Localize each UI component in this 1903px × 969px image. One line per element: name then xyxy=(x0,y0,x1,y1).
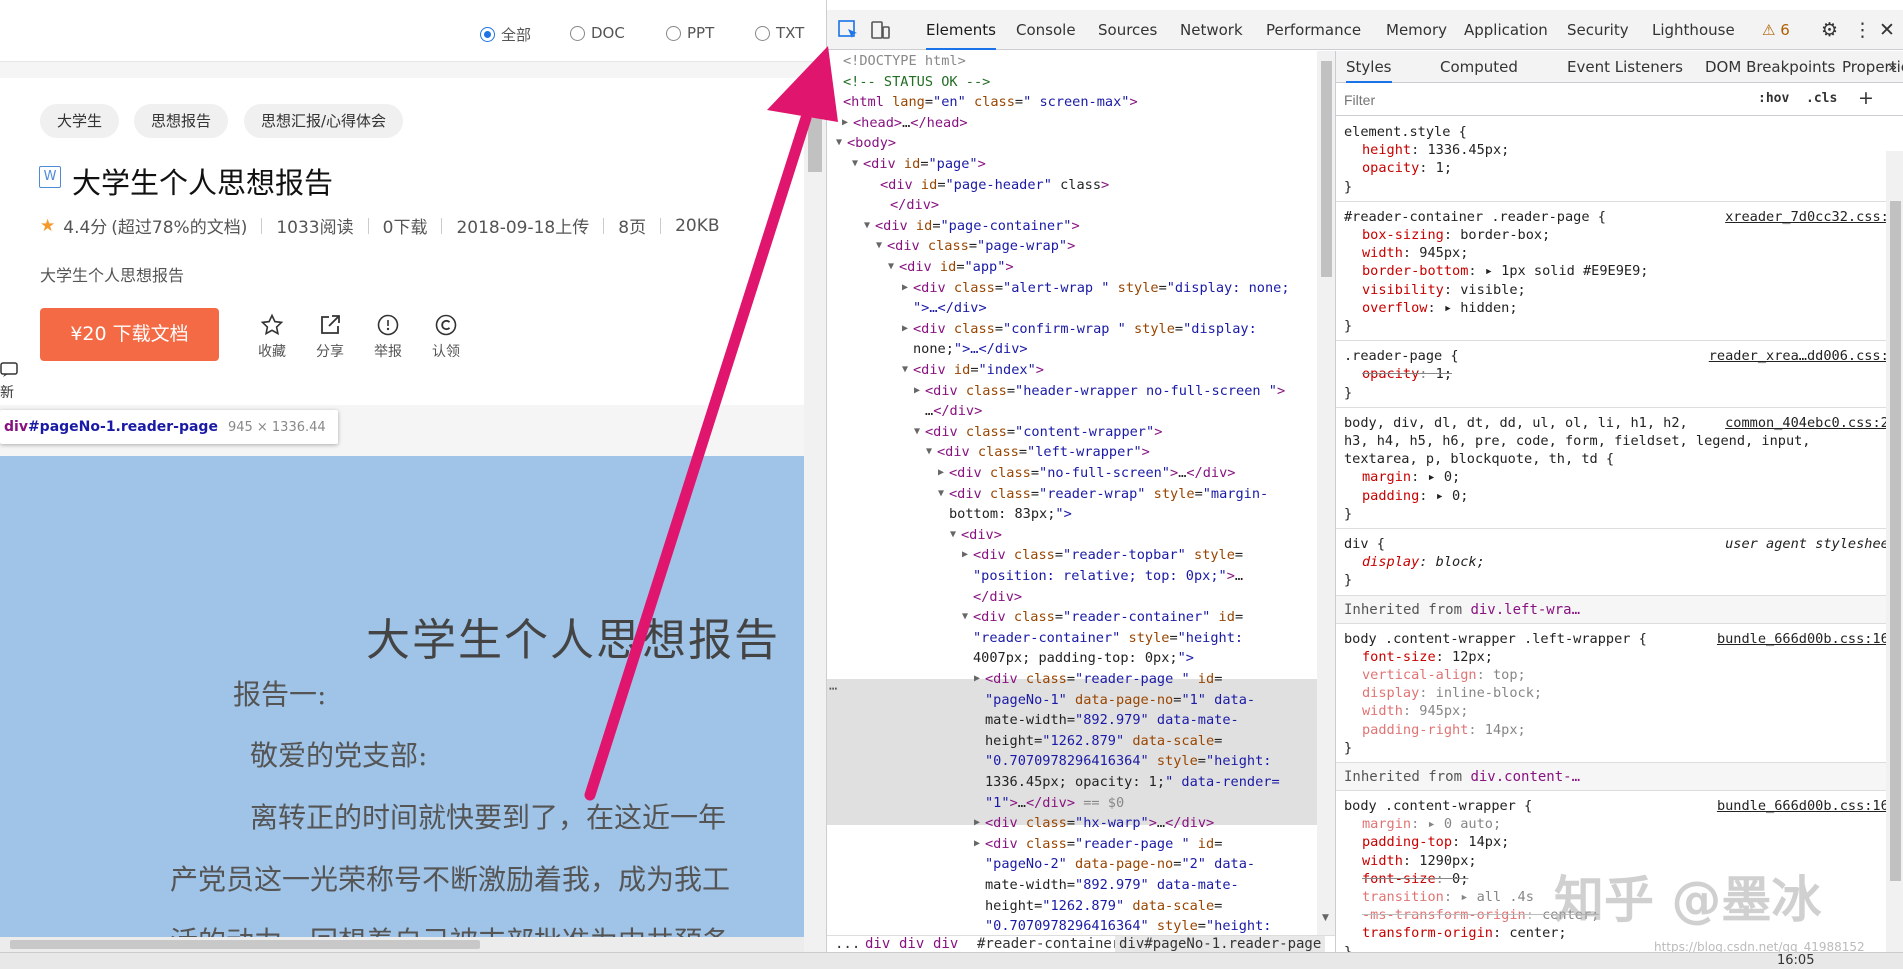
screenshot-stage: 全部 DOC PPT TXT 大学生 思想报告 思想汇报/心得体会 W 大学生个… xyxy=(0,0,1903,969)
annotation-arrow xyxy=(584,46,838,801)
watermark: 知乎 @墨冰 xyxy=(1554,871,1822,929)
clock: 16:05 xyxy=(1777,953,1815,968)
taskbar: 16:05 xyxy=(0,952,1903,969)
